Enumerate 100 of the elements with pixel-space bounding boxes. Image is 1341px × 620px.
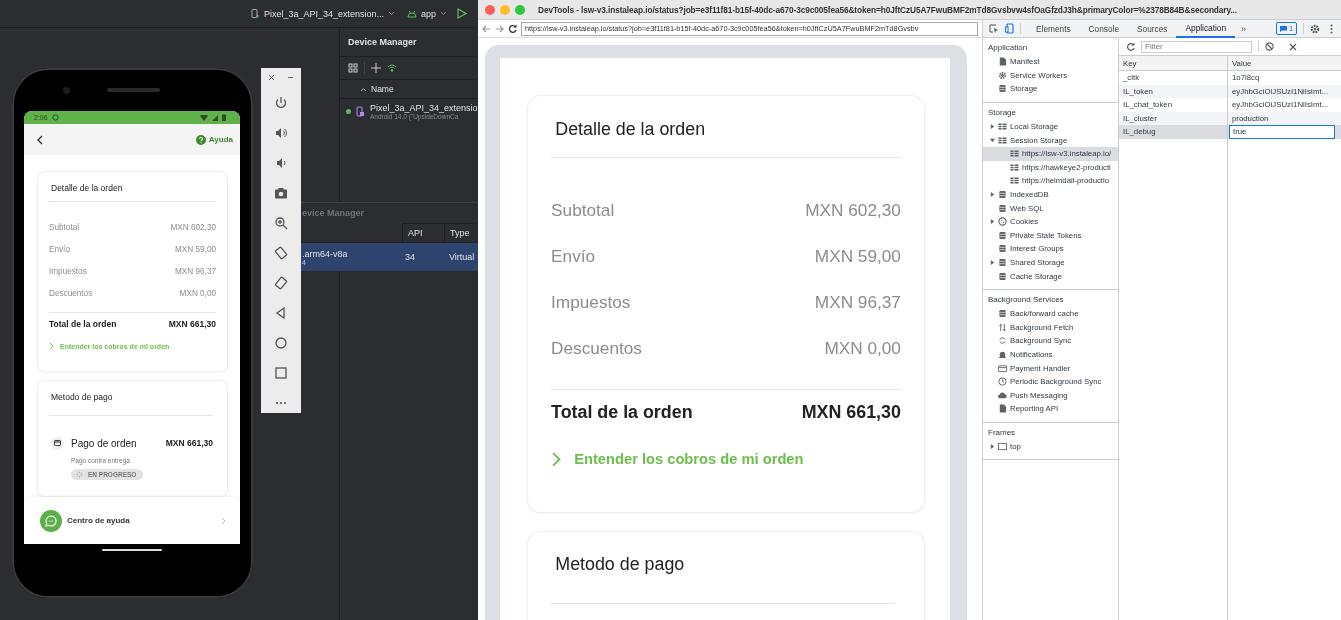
speaker-grille (107, 88, 160, 92)
card-icon (998, 363, 1007, 373)
caret-icon[interactable] (990, 443, 995, 449)
section-title: Frames (988, 427, 1016, 437)
refresh-icon[interactable] (1126, 42, 1135, 51)
charge-amount: MXN 59,00 (175, 244, 216, 254)
device-icon (356, 106, 365, 117)
payment-name: Pago de orden (71, 437, 138, 449)
total-amount: MXN 661,30 (168, 319, 216, 329)
clock-icon (998, 377, 1007, 387)
charge-label: Impuestos (551, 292, 631, 314)
back-icon[interactable] (274, 306, 288, 320)
close-icon[interactable] (1289, 42, 1297, 51)
help-link[interactable]: Ayuda (195, 134, 233, 145)
notification-icon (51, 114, 59, 121)
overview-icon[interactable] (274, 366, 288, 380)
panel-title: Device Manager (348, 37, 417, 47)
volume-down-icon[interactable] (274, 156, 288, 170)
run-icon[interactable] (456, 8, 467, 19)
devtools-tab[interactable]: Elements (1027, 19, 1080, 38)
database-icon (998, 203, 1007, 213)
table-cell-text: Virtual (448, 252, 476, 262)
table-icon (998, 122, 1007, 132)
pair-device-icon[interactable] (348, 63, 358, 73)
card-icon (51, 436, 64, 450)
camera-lens (63, 87, 70, 94)
camera-icon[interactable] (274, 186, 288, 200)
charge-amount: MXN 602,30 (170, 222, 216, 232)
table-cell-text: 34 (404, 252, 416, 262)
charge-label: Envío (551, 246, 596, 268)
zoom-in-icon[interactable] (274, 216, 288, 230)
device-name: Pixel_3a_API_34_extensio (370, 103, 478, 113)
database-icon (998, 258, 1007, 267)
total-amount: MXN 661,30 (801, 402, 901, 424)
chevron-right-icon (551, 450, 562, 468)
add-icon[interactable] (371, 63, 381, 73)
minimize-icon[interactable] (287, 74, 294, 81)
caret-icon[interactable] (990, 260, 995, 265)
more-tabs-button[interactable]: » (1235, 23, 1253, 34)
home-icon[interactable] (274, 336, 288, 350)
sort-caret-icon[interactable] (360, 86, 367, 92)
block-icon[interactable] (1265, 42, 1274, 51)
devtools-tab[interactable]: Application (1176, 19, 1236, 38)
sync-icon (998, 336, 1007, 346)
devtools-tab[interactable]: Sources (1128, 19, 1177, 38)
caret-icon[interactable] (990, 219, 995, 225)
device-toolbar-icon[interactable] (1005, 23, 1014, 34)
charge-label: Descuentos (551, 338, 642, 360)
caret-icon (387, 11, 395, 16)
section-title: Application (988, 43, 1028, 52)
back-icon[interactable] (37, 134, 43, 145)
help-icon (195, 134, 206, 145)
cloud-icon (998, 390, 1007, 400)
section-title: Background Services (988, 294, 1064, 304)
inspect-icon[interactable] (989, 23, 999, 34)
devtools-tab[interactable]: Console (1079, 19, 1129, 38)
column-header: API (408, 228, 423, 238)
charge-amount: MXN 96,37 (175, 266, 216, 276)
chevron-right-icon (221, 516, 226, 525)
forward-icon[interactable] (495, 24, 504, 33)
window-title: DevTools - lsw-v3.instaleap.io/status?job=e3f11f81-b15f-40dc-a670-3c9c005fea56&token=h0JftCzU5A7FwuBMF2mTd8Gvsbvw4sfOaGfzdJ3h&primaryColor=%2378B84B&secondary... (538, 4, 1237, 15)
close-icon[interactable] (268, 74, 275, 81)
charge-amount: MXN 0,00 (824, 338, 901, 360)
filter-field[interactable]: Filter (1141, 40, 1252, 53)
settings-icon[interactable] (1310, 23, 1321, 34)
battery-icon (222, 114, 226, 121)
database-icon (998, 271, 1007, 281)
spinner-icon (76, 471, 83, 478)
table-icon (1010, 149, 1019, 159)
power-icon[interactable] (274, 96, 288, 110)
home-indicator (102, 549, 162, 551)
device-name: .arm64-v8a (302, 248, 349, 259)
volume-up-icon[interactable] (274, 126, 288, 140)
charge-label: Descuentos (49, 288, 93, 298)
column-header: Type (450, 228, 470, 238)
charge-amount: MXN 0,00 (179, 288, 216, 298)
total-label: Total de la orden (49, 319, 117, 329)
help-center-bar[interactable]: Centro de ayuda (24, 497, 240, 544)
kebab-menu-icon[interactable] (1330, 23, 1334, 34)
rotate-left-icon[interactable] (274, 246, 288, 260)
rotate-right-icon[interactable] (274, 276, 288, 290)
run-config-selector[interactable]: app (403, 6, 450, 21)
caret-icon[interactable] (990, 192, 995, 198)
card-title: Metodo de pago (554, 553, 686, 577)
wifi-icon (200, 114, 208, 121)
card-title: Detalle de la orden (554, 117, 707, 141)
reload-icon[interactable] (508, 24, 517, 33)
caret-icon[interactable] (990, 137, 995, 143)
caret-icon (440, 11, 447, 16)
table-icon (1010, 162, 1019, 172)
window-icon (998, 441, 1007, 451)
wifi-icon[interactable] (387, 63, 397, 73)
payment-amount: MXN 661,30 (165, 438, 213, 448)
signal-icon (212, 114, 218, 121)
caret-icon[interactable] (990, 124, 995, 130)
device-selector[interactable]: Pixel_3a_API_34_extension... (247, 6, 398, 21)
database-icon (998, 84, 1007, 94)
charge-label: Subtotal (49, 222, 80, 232)
charge-amount: MXN 96,37 (814, 292, 901, 314)
total-label: Total de la orden (551, 402, 693, 424)
